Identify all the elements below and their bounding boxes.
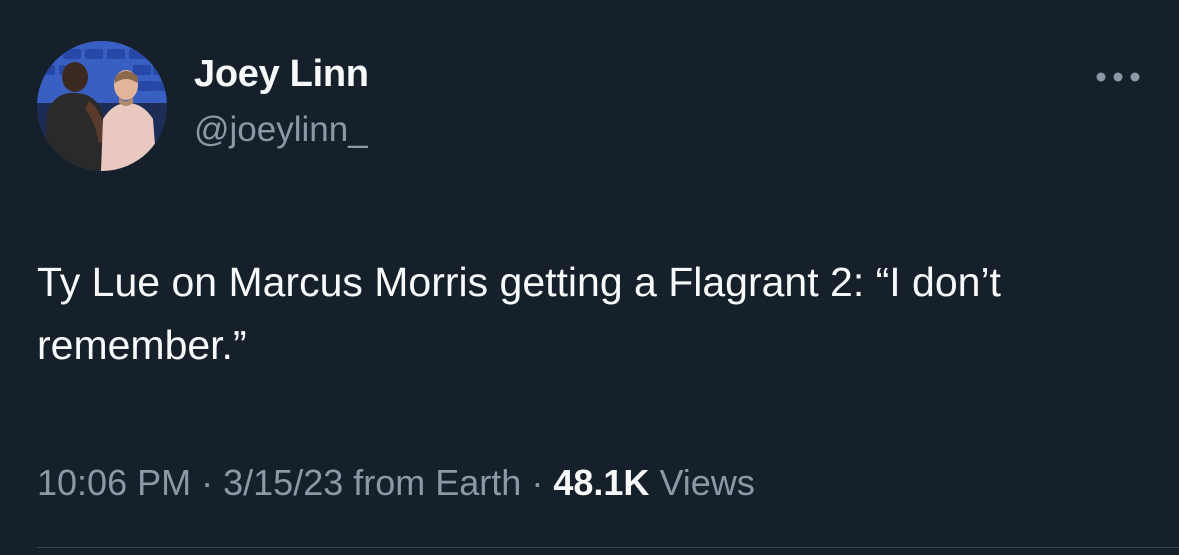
more-horizontal-icon [1096,72,1140,82]
divider [37,547,1179,548]
views-label[interactable]: Views [659,462,754,503]
meta-separator: · [201,462,214,503]
author-display-name[interactable]: Joey Linn [194,53,369,96]
tweet-text: Ty Lue on Marcus Morris getting a Flagra… [37,259,1001,368]
meta-separator: · [531,462,544,503]
profile-photo [37,41,167,171]
tweet-meta: 10:06 PM · 3/15/23 from Earth · 48.1K Vi… [37,462,755,504]
views-count[interactable]: 48.1K [553,462,649,503]
tweet-time[interactable]: 10:06 PM [37,462,191,503]
author-handle[interactable]: @joeylinn_ [194,110,368,150]
tweet-source: from Earth [353,462,522,503]
tweet-date[interactable]: 3/15/23 [223,462,343,503]
avatar[interactable] [37,41,167,171]
tweet-card: Joey Linn @joeylinn_ Ty Lue on Marcus Mo… [0,0,1179,555]
more-options-button[interactable] [1090,62,1146,92]
